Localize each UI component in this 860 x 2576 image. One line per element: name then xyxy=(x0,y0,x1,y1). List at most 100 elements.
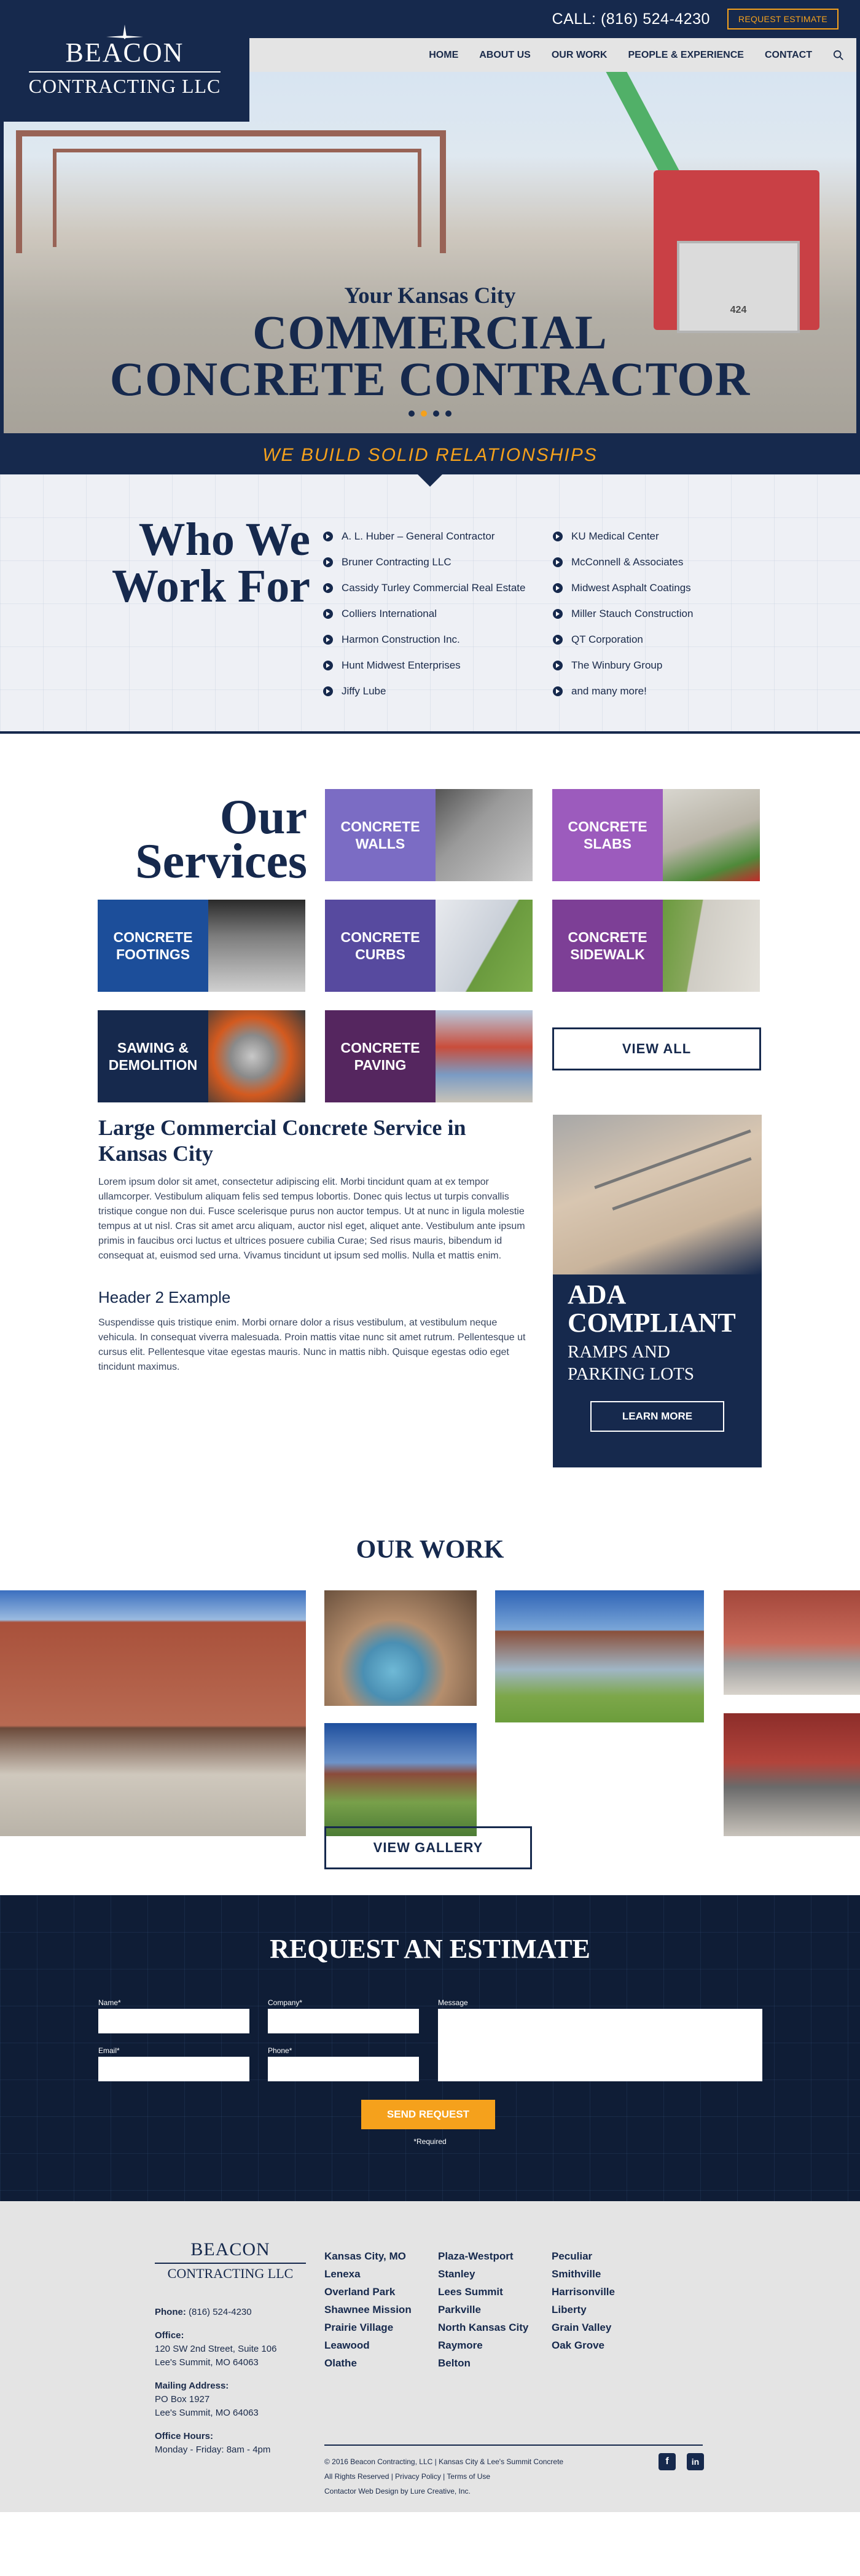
legal-line-3[interactable]: Contactor Web Design by Lure Creative, I… xyxy=(324,2484,563,2499)
service-area-item-label[interactable]: Smithville xyxy=(552,2268,601,2280)
slider-dots xyxy=(0,410,860,417)
request-estimate-button[interactable]: REQUEST ESTIMATE xyxy=(727,9,838,29)
who-we-work-for-section: Who We Work For A. L. Huber – General Co… xyxy=(0,474,860,734)
service-area-list-1: Kansas City, MO Lenexa Overland Park Shawne… xyxy=(324,2250,412,2375)
service-area-item-label[interactable]: Oak Grove xyxy=(552,2339,604,2351)
service-area-item-label[interactable]: Shawnee Mission xyxy=(324,2304,412,2315)
learn-more-button[interactable]: LEARN MORE xyxy=(590,1401,724,1432)
footer-phone[interactable]: (816) 524-4230 xyxy=(189,2307,252,2317)
linkedin-icon[interactable]: in xyxy=(687,2453,704,2470)
work-photo-brick-complex[interactable] xyxy=(495,1742,704,1836)
service-area-item-label[interactable]: Plaza-Westport xyxy=(438,2250,514,2262)
slider-dot[interactable] xyxy=(433,410,439,417)
view-all-button[interactable]: VIEW ALL xyxy=(552,1027,761,1070)
work-photo-modern-building[interactable] xyxy=(495,1590,704,1722)
service-area-item-label[interactable]: Peculiar xyxy=(552,2250,592,2262)
service-area-item: Raymore xyxy=(438,2339,528,2357)
hero-title-line1: COMMERCIAL xyxy=(252,305,608,359)
service-label: CONCRETE SIDEWALK xyxy=(552,900,663,992)
message-label: Message xyxy=(438,1998,468,2007)
service-area-item: Smithville xyxy=(552,2268,615,2286)
footer-contact-info: Phone: (816) 524-4230 Office: 120 SW 2nd… xyxy=(155,2306,276,2457)
work-photo-entrance[interactable] xyxy=(724,1590,860,1695)
client-item: Cassidy Turley Commercial Real Estate xyxy=(323,575,525,601)
footer-legal: © 2016 Beacon Contracting, LLC | Kansas … xyxy=(324,2454,563,2499)
service-area-item: Lenexa xyxy=(324,2268,412,2286)
ada-promo-card[interactable]: ADA COMPLIANT RAMPS AND PARKING LOTS LEA… xyxy=(553,1115,762,1467)
service-label: CONCRETE FOOTINGS xyxy=(98,900,208,992)
service-area-item-label[interactable]: Belton xyxy=(438,2357,471,2369)
phone-field[interactable] xyxy=(268,2057,419,2081)
service-tile-footings[interactable]: CONCRETE FOOTINGS xyxy=(98,900,305,992)
slider-dot[interactable] xyxy=(445,410,452,417)
ada-subtitle-line1: RAMPS AND xyxy=(568,1342,670,1362)
our-work-title: OUR WORK xyxy=(356,1536,504,1564)
legal-line-1: © 2016 Beacon Contracting, LLC | Kansas … xyxy=(324,2457,564,2466)
service-label: CONCRETE SLABS xyxy=(552,789,663,881)
work-photo-pool[interactable] xyxy=(324,1590,477,1706)
call-number[interactable]: CALL: (816) 524-4230 xyxy=(552,10,710,28)
service-tile-slabs[interactable]: CONCRETE SLABS xyxy=(552,789,760,881)
work-photo-brick-building[interactable] xyxy=(0,1590,306,1836)
service-area-item-label[interactable]: North Kansas City xyxy=(438,2322,528,2333)
facebook-icon[interactable]: f xyxy=(659,2453,676,2470)
service-area-item-label[interactable]: Grain Valley xyxy=(552,2322,611,2333)
content-paragraph-2: Suspendisse quis tristique enim. Morbi o… xyxy=(98,1317,526,1372)
estimate-title: REQUEST AN ESTIMATE xyxy=(270,1934,590,1964)
service-area-item-label[interactable]: Parkville xyxy=(438,2304,481,2315)
service-area-item-label[interactable]: Overland Park xyxy=(324,2286,395,2298)
client-item: and many more! xyxy=(553,678,693,704)
nav-about-us[interactable]: ABOUT US xyxy=(479,50,531,61)
email-field[interactable] xyxy=(98,2057,249,2081)
service-area-item-label[interactable]: Leawood xyxy=(324,2339,370,2351)
legal-line-2[interactable]: All Rights Reserved | Privacy Policy | T… xyxy=(324,2469,563,2484)
service-tile-paving[interactable]: CONCRETE PAVING xyxy=(325,1010,533,1102)
service-area-item-label[interactable]: Olathe xyxy=(324,2357,357,2369)
service-tile-sidewalk[interactable]: CONCRETE SIDEWALK xyxy=(552,900,760,992)
work-photo-parking-lot[interactable] xyxy=(324,1723,477,1836)
send-request-button[interactable]: SEND REQUEST xyxy=(361,2100,495,2129)
work-photo-worker[interactable] xyxy=(724,1713,860,1836)
chevron-bullet-icon xyxy=(323,532,333,541)
service-area-item-label[interactable]: Raymore xyxy=(438,2339,483,2351)
our-work-section: OUR WORK VIEW GALLERY xyxy=(0,1535,860,1895)
service-tile-walls[interactable]: CONCRETE WALLS xyxy=(325,789,533,881)
search-icon[interactable] xyxy=(833,50,844,61)
main-nav: HOME ABOUT US OUR WORK PEOPLE & EXPERIEN… xyxy=(246,38,856,72)
site-logo[interactable]: BEACON CONTRACTING LLC xyxy=(0,0,249,122)
client-item: QT Corporation xyxy=(553,627,693,653)
client-item-label: Cassidy Turley Commercial Real Estate xyxy=(342,582,526,594)
service-tile-sawing-demolition[interactable]: SAWING & DEMOLITION xyxy=(98,1010,305,1102)
service-area-item-label[interactable]: Lenexa xyxy=(324,2268,361,2280)
nav-contact[interactable]: CONTACT xyxy=(765,50,812,61)
hours-label: Office Hours: xyxy=(155,2431,214,2441)
handrail-graphic xyxy=(612,1157,752,1211)
nav-home[interactable]: HOME xyxy=(429,50,458,61)
message-field[interactable] xyxy=(438,2009,762,2081)
slider-dot[interactable] xyxy=(421,410,427,417)
service-area-item: Shawnee Mission xyxy=(324,2304,412,2322)
client-list-1: A. L. Huber – General Contractor Bruner C… xyxy=(323,524,525,704)
nav-people-experience[interactable]: PEOPLE & EXPERIENCE xyxy=(628,50,744,61)
name-field[interactable] xyxy=(98,2009,249,2033)
service-area-item-label[interactable]: Kansas City, MO xyxy=(324,2250,406,2262)
client-item: Harmon Construction Inc. xyxy=(323,627,525,653)
service-area-item-label[interactable]: Stanley xyxy=(438,2268,475,2280)
ada-subtitle-line2: PARKING LOTS xyxy=(568,1364,694,1384)
footer-logo[interactable]: BEACON CONTRACTING LLC xyxy=(155,2239,306,2282)
service-area-item-label[interactable]: Harrisonville xyxy=(552,2286,615,2298)
who-title-line2: Work For xyxy=(112,560,310,612)
service-photo xyxy=(436,789,533,881)
slider-dot[interactable] xyxy=(408,410,415,417)
view-gallery-button[interactable]: VIEW GALLERY xyxy=(324,1826,532,1869)
client-item-label: Colliers International xyxy=(342,608,437,619)
client-item: KU Medical Center xyxy=(553,524,693,549)
service-area-item-label[interactable]: Lees Summit xyxy=(438,2286,503,2298)
service-tile-curbs[interactable]: CONCRETE CURBS xyxy=(325,900,533,992)
service-area-item-label[interactable]: Liberty xyxy=(552,2304,587,2315)
nav-our-work[interactable]: OUR WORK xyxy=(552,50,608,61)
service-area-item-label[interactable]: Prairie Village xyxy=(324,2322,393,2333)
company-field[interactable] xyxy=(268,2009,419,2033)
footer-divider xyxy=(324,2444,703,2446)
service-area-item: Liberty xyxy=(552,2304,615,2322)
